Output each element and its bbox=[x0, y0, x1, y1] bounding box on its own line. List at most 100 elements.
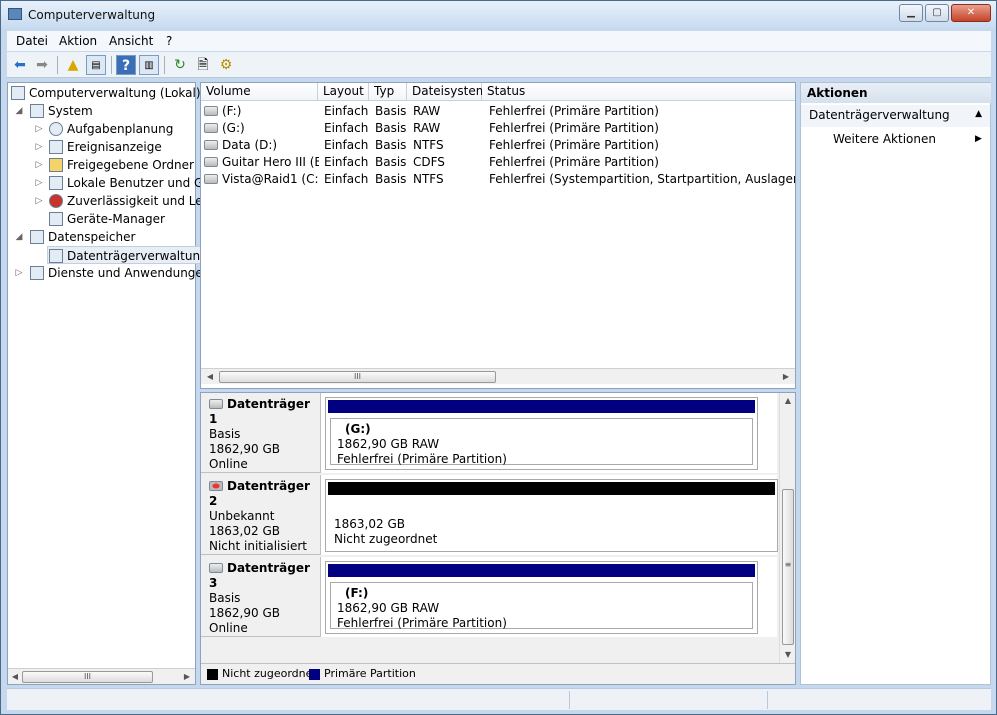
title-bar[interactable]: Computerverwaltung ▁ ▢ ✕ bbox=[1, 1, 996, 29]
tree-item-datentraegerverwaltung[interactable]: Datenträgerverwaltung bbox=[47, 246, 212, 264]
help-icon[interactable]: ? bbox=[116, 55, 136, 75]
drive-icon bbox=[204, 174, 218, 184]
tree-item-lokale-benutzer[interactable]: Lokale Benutzer und Gru bbox=[49, 174, 216, 192]
expand-icon[interactable]: ▷ bbox=[34, 174, 44, 192]
list-horizontal-scrollbar[interactable]: ◀ III ▶ bbox=[201, 368, 795, 384]
tree-item-zuverlaessigkeit[interactable]: Zuverlässigkeit und Leis bbox=[49, 192, 212, 210]
window-title: Computerverwaltung bbox=[28, 8, 156, 22]
column-typ[interactable]: Typ bbox=[369, 83, 407, 101]
properties-icon[interactable]: 🗎 bbox=[193, 55, 213, 75]
expand-icon[interactable]: ▷ bbox=[34, 120, 44, 138]
column-dateisystem[interactable]: Dateisystem bbox=[407, 83, 487, 101]
tree-item-ereignisanzeige[interactable]: Ereignisanzeige bbox=[49, 138, 162, 156]
disk-row[interactable]: Datenträger 3 Basis 1862,90 GB Online (F… bbox=[201, 557, 777, 637]
menu-ansicht[interactable]: Ansicht bbox=[109, 34, 153, 48]
column-layout[interactable]: Layout bbox=[318, 83, 369, 101]
menu-help[interactable]: ? bbox=[166, 34, 172, 48]
users-icon bbox=[49, 176, 63, 190]
storage-icon bbox=[30, 230, 44, 244]
weitere-aktionen[interactable]: Weitere Aktionen bbox=[833, 132, 936, 146]
show-action-pane-icon[interactable]: ▥ bbox=[139, 55, 159, 75]
tree-item-computerverwaltung[interactable]: Computerverwaltung (Lokal) bbox=[11, 84, 201, 102]
tree-item-geraete-manager[interactable]: Geräte-Manager bbox=[49, 210, 165, 228]
partition-bar bbox=[328, 564, 755, 577]
disk-icon bbox=[209, 399, 223, 409]
scroll-thumb[interactable]: ≡ bbox=[782, 489, 794, 645]
up-folder-icon[interactable]: ▲ bbox=[63, 55, 83, 75]
scroll-right-arrow-icon[interactable]: ▶ bbox=[180, 669, 194, 685]
tools-icon bbox=[30, 104, 44, 118]
show-hide-console-tree-icon[interactable]: ▤ bbox=[86, 55, 106, 75]
tree-item-system[interactable]: System bbox=[30, 102, 93, 120]
forward-arrow-icon[interactable]: ➡ bbox=[32, 55, 52, 75]
expand-icon[interactable]: ▷ bbox=[34, 138, 44, 156]
tree-horizontal-scrollbar[interactable]: ◀ III ▶ bbox=[8, 668, 195, 684]
actions-section-datentraegerverwaltung[interactable]: Datenträgerverwaltung ▲ bbox=[801, 105, 990, 127]
partition-block[interactable]: (F:) 1862,90 GB RAW Fehlerfrei (Primäre … bbox=[325, 561, 758, 634]
tree-item-aufgabenplanung[interactable]: Aufgabenplanung bbox=[49, 120, 173, 138]
actions-pane: Aktionen Datenträgerverwaltung ▲ Weitere… bbox=[800, 82, 991, 685]
close-button[interactable]: ✕ bbox=[951, 4, 991, 22]
scroll-thumb[interactable]: III bbox=[22, 671, 153, 683]
drive-icon bbox=[204, 106, 218, 116]
disk-vertical-scrollbar[interactable]: ▲ ≡ ▼ bbox=[779, 393, 795, 663]
partition-block[interactable]: 1863,02 GB Nicht zugeordnet bbox=[325, 479, 778, 552]
legend: Nicht zugeordnet Primäre Partition bbox=[201, 663, 795, 684]
device-manager-icon bbox=[49, 212, 63, 226]
table-row[interactable]: Data (D:) Einfach Basis NTFS Fehlerfrei … bbox=[201, 137, 795, 154]
table-row[interactable]: (F:) Einfach Basis RAW Fehlerfrei (Primä… bbox=[201, 103, 795, 120]
table-row[interactable]: Vista@Raid1 (C:) Einfach Basis NTFS Fehl… bbox=[201, 171, 795, 188]
scroll-up-arrow-icon[interactable]: ▲ bbox=[781, 393, 795, 409]
submenu-arrow-icon[interactable]: ▶ bbox=[975, 134, 982, 144]
toolbar: ⬅ ➡ ▲ ▤ ? ▥ ↻ 🗎 ⚙ bbox=[7, 52, 991, 78]
partition-bar bbox=[328, 482, 775, 495]
disk-graphical-view: Datenträger 1 Basis 1862,90 GB Online (G… bbox=[200, 392, 796, 685]
disk-label[interactable]: Datenträger 2 Unbekannt 1863,02 GB Nicht… bbox=[201, 475, 321, 555]
disk-label[interactable]: Datenträger 3 Basis 1862,90 GB Online bbox=[201, 557, 321, 637]
column-volume[interactable]: Volume bbox=[201, 83, 318, 101]
back-arrow-icon[interactable]: ⬅ bbox=[10, 55, 30, 75]
disk-management-icon bbox=[49, 249, 63, 263]
menu-aktion[interactable]: Aktion bbox=[59, 34, 97, 48]
expand-icon[interactable]: ▷ bbox=[14, 264, 24, 282]
tree-item-dienste[interactable]: Dienste und Anwendungen bbox=[30, 264, 210, 282]
disk-row[interactable]: Datenträger 2 Unbekannt 1863,02 GB Nicht… bbox=[201, 475, 778, 555]
partition-block[interactable]: (G:) 1862,90 GB RAW Fehlerfrei (Primäre … bbox=[325, 397, 758, 470]
menu-bar: Datei Aktion Ansicht ? bbox=[7, 31, 991, 51]
scroll-left-arrow-icon[interactable]: ◀ bbox=[203, 369, 217, 385]
shared-folder-icon bbox=[49, 158, 63, 172]
table-row[interactable]: Guitar Hero III (E:) Einfach Basis CDFS … bbox=[201, 154, 795, 171]
disk-row[interactable]: Datenträger 1 Basis 1862,90 GB Online (G… bbox=[201, 393, 777, 473]
disk-label[interactable]: Datenträger 1 Basis 1862,90 GB Online bbox=[201, 393, 321, 473]
table-row[interactable]: (G:) Einfach Basis RAW Fehlerfrei (Primä… bbox=[201, 120, 795, 137]
scroll-left-arrow-icon[interactable]: ◀ bbox=[8, 669, 22, 685]
refresh-icon[interactable]: ↻ bbox=[170, 55, 190, 75]
scroll-thumb[interactable]: III bbox=[219, 371, 496, 383]
status-bar bbox=[7, 688, 991, 710]
computer-management-icon bbox=[8, 8, 22, 20]
volume-list: Volume Layout Typ Dateisystem Status (F:… bbox=[200, 82, 796, 389]
tree-item-freigegebene-ordner[interactable]: Freigegebene Ordner bbox=[49, 156, 194, 174]
collapse-icon[interactable]: ◢ bbox=[14, 228, 24, 246]
minimize-button[interactable]: ▁ bbox=[899, 4, 923, 22]
column-status[interactable]: Status bbox=[482, 83, 795, 101]
scroll-down-arrow-icon[interactable]: ▼ bbox=[781, 647, 795, 663]
expand-icon[interactable]: ▷ bbox=[34, 156, 44, 174]
collapse-icon[interactable]: ◢ bbox=[14, 102, 24, 120]
disk-icon bbox=[209, 563, 223, 573]
computer-icon bbox=[11, 86, 25, 100]
actions-header: Aktionen bbox=[801, 83, 991, 103]
drive-icon bbox=[204, 140, 218, 150]
window: Computerverwaltung ▁ ▢ ✕ Datei Aktion An… bbox=[0, 0, 997, 715]
legend-swatch-unallocated bbox=[207, 669, 218, 680]
expand-icon[interactable]: ▷ bbox=[34, 192, 44, 210]
partition-bar bbox=[328, 400, 755, 413]
event-log-icon bbox=[49, 140, 63, 154]
maximize-button[interactable]: ▢ bbox=[925, 4, 949, 22]
collapse-up-icon[interactable]: ▲ bbox=[975, 109, 982, 119]
tree-item-datenspeicher[interactable]: Datenspeicher bbox=[30, 228, 135, 246]
drive-icon bbox=[204, 123, 218, 133]
scroll-right-arrow-icon[interactable]: ▶ bbox=[779, 369, 793, 385]
settings-icon[interactable]: ⚙ bbox=[216, 55, 236, 75]
menu-datei[interactable]: Datei bbox=[16, 34, 48, 48]
